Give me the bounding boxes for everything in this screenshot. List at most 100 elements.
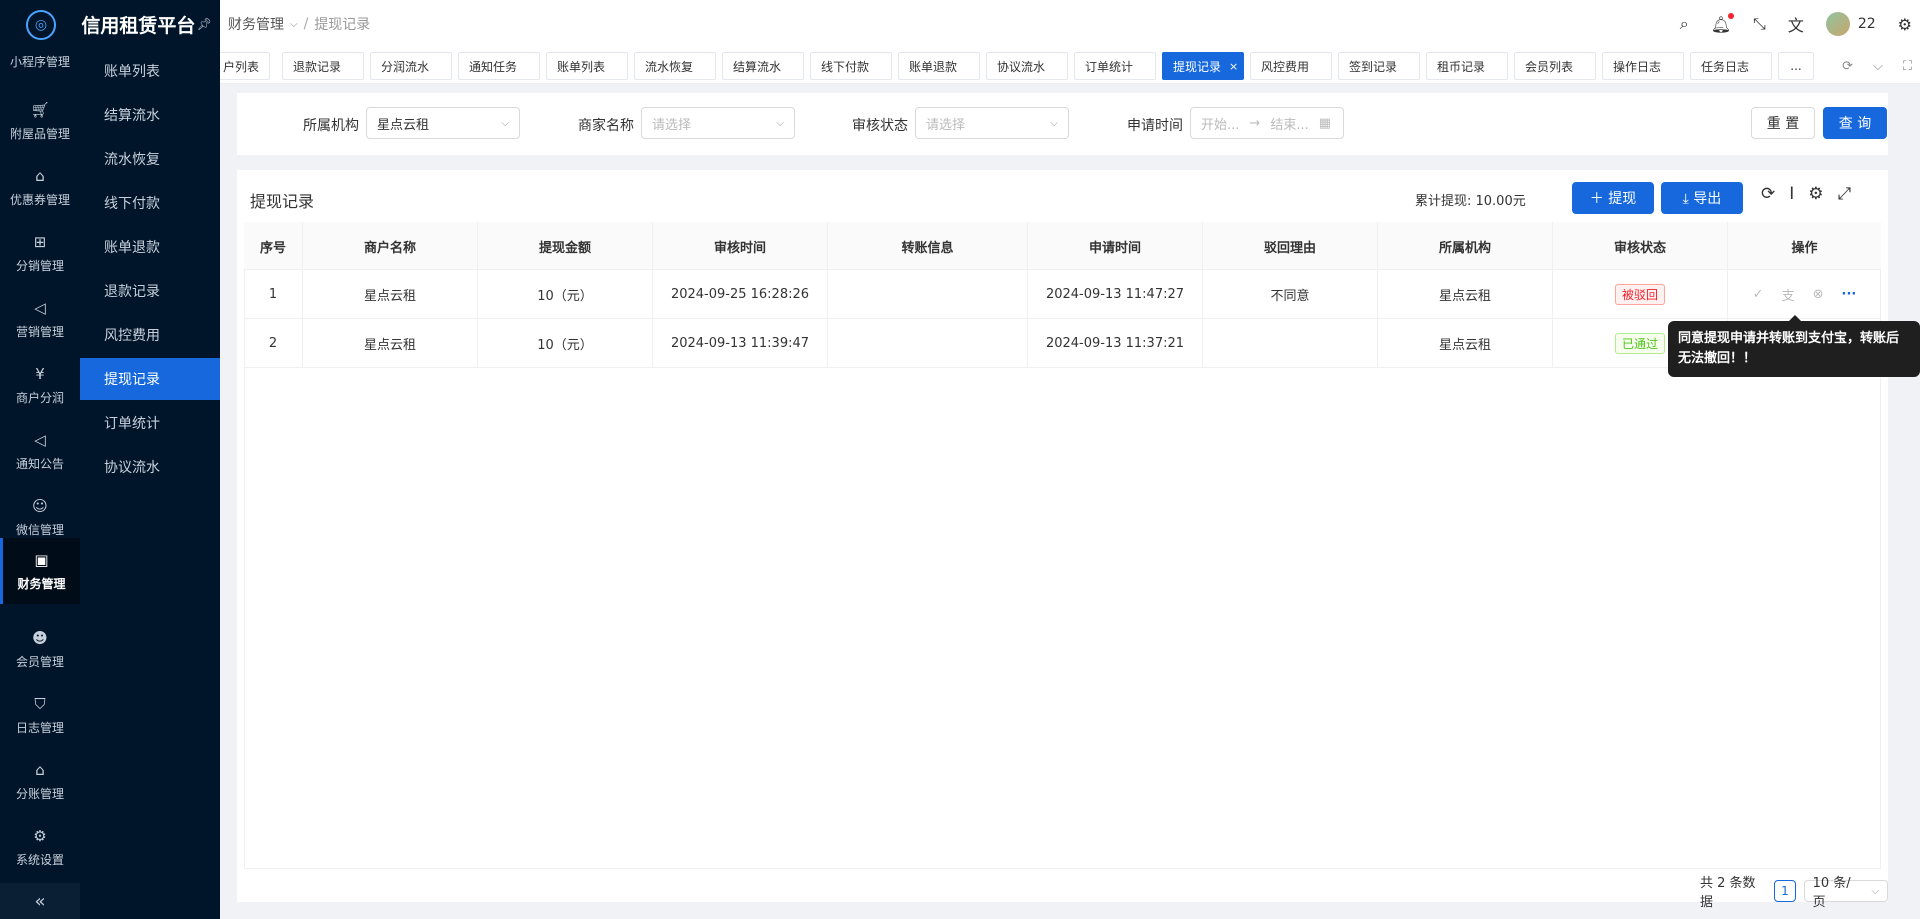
rail-item-settings[interactable]: ⚙ 系统设置 [0,814,80,880]
yuan-icon: ¥ [35,364,45,383]
query-button[interactable]: 查 询 [1823,107,1887,139]
org-select[interactable]: 星点云租 ⌵ [366,107,520,139]
cell-index: 2 [244,319,303,368]
tab-withdraw-records[interactable]: 提现记录 × [1162,52,1244,80]
tab-offline-payment[interactable]: 线下付款 [810,52,892,80]
split-icon: ⌂ [35,760,45,779]
tab-member-list[interactable]: 会员列表 [1514,52,1596,80]
submenu-item-settlement-flow[interactable]: 结算流水 [80,94,220,136]
finance-submenu: 账单列表 结算流水 流水恢复 线下付款 账单退款 退款记录 风控费用 提现记录 … [80,48,220,919]
chevron-down-icon: ⌵ [776,117,784,129]
gear-icon[interactable]: ⚙ [1898,15,1912,34]
tab-agreement-flow[interactable]: 协议流水 [986,52,1068,80]
reset-button[interactable]: 重 置 [1751,107,1815,139]
notification-dot [1728,12,1734,19]
fullscreen-icon[interactable]: ⤡ [1753,14,1766,34]
withdraw-button[interactable]: ＋ 提现 [1572,182,1654,214]
submenu-item-bill-refund[interactable]: 账单退款 [80,226,220,268]
date-label: 申请时间 [1127,118,1183,134]
wechat-icon: ☺ [32,496,48,515]
submenu-item-flow-recovery[interactable]: 流水恢复 [80,138,220,180]
close-icon[interactable]: × [1229,60,1238,73]
tab-coin-records[interactable]: 租币记录 [1426,52,1508,80]
translate-icon[interactable]: 文 [1788,12,1804,36]
submenu-item-withdraw-records[interactable]: 提现记录 [80,358,220,400]
notice-icon: ◁ [34,430,46,449]
chevron-down-icon[interactable]: ⌵ [1873,59,1883,74]
tabs-bar: 户列表 退款记录 分润流水 通知任务 账单列表 流水恢复 结算流水 线下付款 账… [220,48,1920,84]
merchant-label: 商家名称 [578,118,634,134]
submenu-item-refund-records[interactable]: 退款记录 [80,270,220,312]
table-left-border [244,270,245,868]
col-amount: 提现金额 [478,222,653,270]
merchant-select[interactable]: 请选择 ⌵ [641,107,795,139]
collapse-sidebar-button[interactable]: « [0,883,80,919]
breadcrumb-parent[interactable]: 财务管理 [228,14,284,34]
tab-merchant-list[interactable]: 户列表 [220,52,271,80]
rail-item-coupons[interactable]: ⌂ 优惠券管理 [0,154,80,220]
fullscreen-icon[interactable]: ⤢ [1838,184,1852,204]
tab-settlement-flow[interactable]: 结算流水 [722,52,804,80]
tab-risk-fee[interactable]: 风控费用 [1250,52,1332,80]
submenu-item-agreement-flow[interactable]: 协议流水 [80,446,220,488]
tab-checkin-records[interactable]: 签到记录 [1338,52,1420,80]
pagination-total: 共 2 条数据 [1700,876,1756,910]
search-icon[interactable]: ⌕ [1680,14,1689,34]
cell-apply-time: 2024-09-13 11:37:21 [1028,319,1203,368]
status-select[interactable]: 请选择 ⌵ [915,107,1069,139]
reject-icon[interactable]: ⊗ [1813,287,1824,302]
submenu-item-offline-payment[interactable]: 线下付款 [80,182,220,224]
rail-item-miniapp[interactable]: 小程序管理 [0,25,80,91]
export-button[interactable]: ⤓ 导出 [1661,182,1743,214]
total-withdraw: 累计提现: 10.00元 [1415,194,1526,209]
refresh-icon[interactable]: ⟳ [1761,184,1775,204]
transfer-icon[interactable]: 支 [1782,285,1795,304]
date-end: 结束... [1270,117,1309,133]
breadcrumb-current: 提现记录 [314,17,371,33]
tab-bill-refund[interactable]: 账单退款 [898,52,980,80]
tab-refund-records[interactable]: 退款记录 [282,52,364,80]
cell-reject-reason [1203,319,1378,368]
rail-item-accessories[interactable]: 🛒︎ 附屋品管理 [0,88,80,154]
megaphone-icon: ◁ [34,298,46,317]
username[interactable]: 22 [1858,16,1876,32]
rail-item-finance[interactable]: ▣ 财务管理 [0,538,80,604]
rail-item-member[interactable]: ☻ 会员管理 [0,616,80,682]
tab-overflow[interactable]: ... [1778,52,1814,80]
table-row: 1 星点云租 10（元） 2024-09-25 16:28:26 2024-09… [244,270,1881,319]
date-start: 开始... [1201,117,1240,133]
submenu-item-bill-list[interactable]: 账单列表 [80,50,220,92]
cell-org: 星点云租 [1378,270,1553,319]
refresh-icon[interactable]: ⟳ [1842,59,1853,74]
rail-item-split[interactable]: ⌂ 分账管理 [0,748,80,814]
filter-bar: 所属机构 星点云租 ⌵ 商家名称 请选择 ⌵ 审核状态 请选择 ⌵ 申请时间 开… [237,93,1888,155]
rail-item-marketing[interactable]: ◁ 营销管理 [0,286,80,352]
rail-item-notice[interactable]: ◁ 通知公告 [0,418,80,484]
cart-icon: 🛒︎ [30,100,50,119]
rail-item-logs[interactable]: ⛉ 日志管理 [0,682,80,748]
column-height-icon[interactable]: Ⅰ [1789,184,1794,204]
gear-icon[interactable]: ⚙ [1808,184,1823,204]
submenu-item-order-stats[interactable]: 订单统计 [80,402,220,444]
avatar[interactable] [1825,12,1850,36]
submenu-item-risk-fee[interactable]: 风控费用 [80,314,220,356]
tab-bill-list[interactable]: 账单列表 [546,52,628,80]
date-range-picker[interactable]: 开始... → 结束... ▦ [1190,107,1344,139]
approve-icon[interactable]: ✓ [1753,287,1764,302]
pin-icon[interactable]: 📌︎ [197,17,212,31]
bell-icon[interactable]: 🔔︎ [1711,12,1734,34]
tab-task-log[interactable]: 任务日志 [1690,52,1772,80]
tab-profit-flow[interactable]: 分润流水 [370,52,452,80]
tab-operation-log[interactable]: 操作日志 [1602,52,1684,80]
rail-item-distribution[interactable]: ⊞ 分销管理 [0,220,80,286]
tab-order-stats[interactable]: 订单统计 [1074,52,1156,80]
tab-notify-task[interactable]: 通知任务 [458,52,540,80]
maximize-icon[interactable]: ⛶ [1903,59,1912,74]
more-icon[interactable]: ··· [1842,287,1857,302]
page-size-select[interactable]: 10 条/页 ⌵ [1803,876,1889,910]
shield-icon: ⛉ [34,694,46,713]
rail-item-profit[interactable]: ¥ 商户分润 [0,352,80,418]
chevron-down-icon: ⌵ [501,117,509,129]
tab-flow-recovery[interactable]: 流水恢复 [634,52,716,80]
page-1-button[interactable]: 1 [1774,880,1796,902]
